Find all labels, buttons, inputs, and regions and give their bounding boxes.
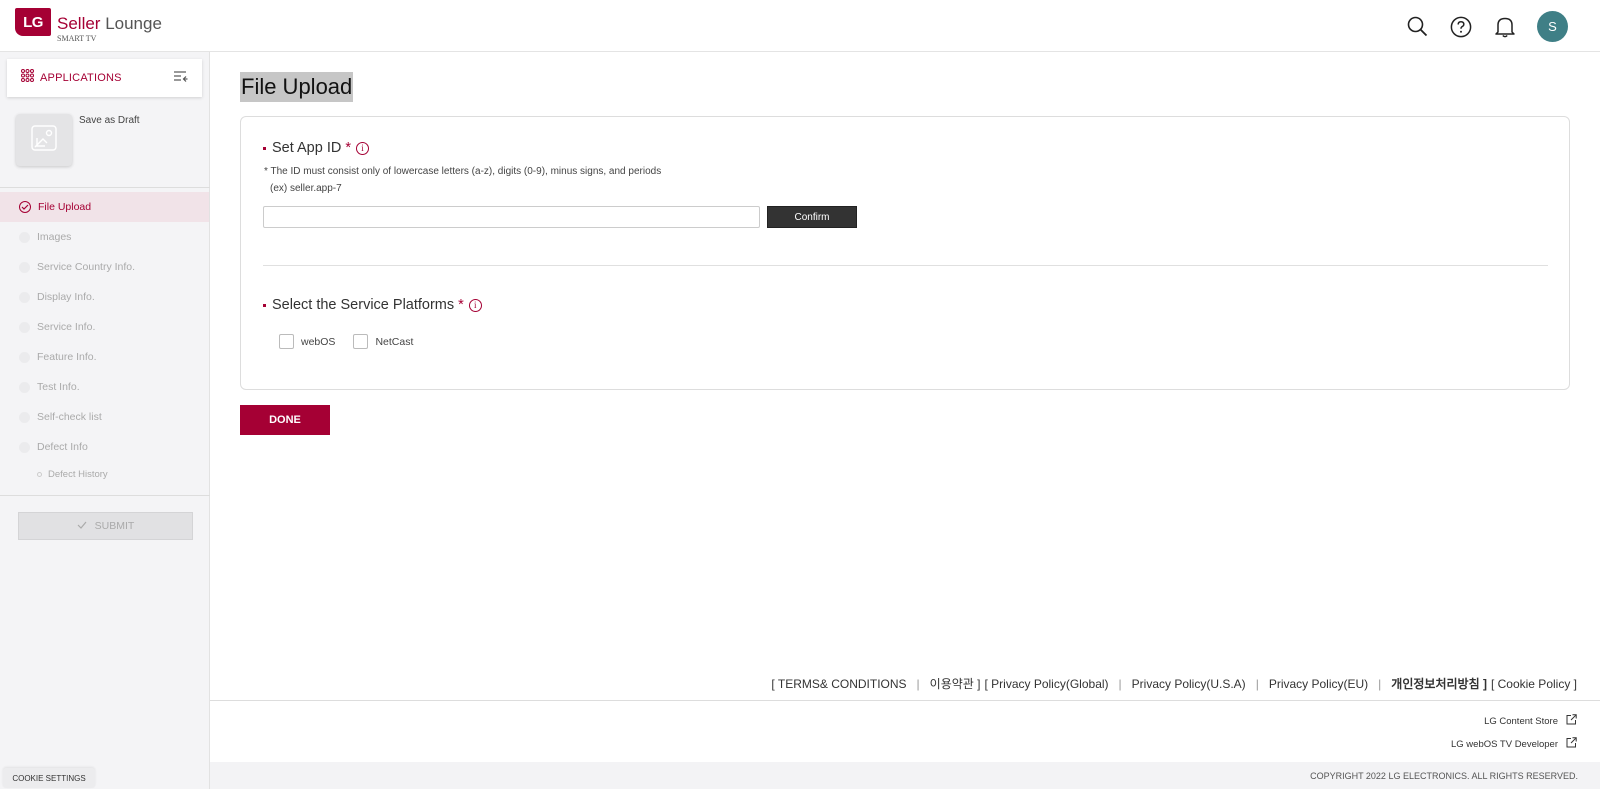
step-label: Service Country Info. bbox=[37, 261, 136, 273]
notification-bell-icon[interactable] bbox=[1493, 15, 1517, 39]
step-dot-icon bbox=[19, 351, 30, 363]
separator: | bbox=[916, 676, 920, 691]
app-id-section-title: Set App ID * i bbox=[263, 140, 369, 156]
step-dot-icon bbox=[19, 381, 30, 393]
search-icon[interactable] bbox=[1405, 15, 1429, 39]
substep-dot-icon bbox=[37, 471, 42, 477]
step-dot-icon bbox=[19, 411, 30, 423]
step-dot-icon bbox=[19, 261, 30, 273]
terms-kr-link[interactable]: 이용약관 ] bbox=[930, 675, 981, 692]
step-service-info[interactable]: Service Info. bbox=[0, 312, 209, 342]
webos-developer-link[interactable]: LG webOS TV Developer bbox=[1451, 737, 1577, 751]
image-placeholder-icon bbox=[29, 123, 59, 158]
submit-button[interactable]: SUBMIT bbox=[18, 512, 193, 540]
brand-subtitle: SMART TV bbox=[57, 34, 97, 43]
file-upload-form: Set App ID * i * The ID must consist onl… bbox=[240, 116, 1570, 390]
cookie-policy-link[interactable]: [ Cookie Policy ] bbox=[1491, 677, 1577, 691]
app-id-hint: * The ID must consist only of lowercase … bbox=[264, 166, 662, 177]
check-icon bbox=[77, 520, 87, 532]
link-label: LG webOS TV Developer bbox=[1450, 738, 1558, 750]
step-dot-icon bbox=[19, 231, 30, 243]
info-icon[interactable]: i bbox=[468, 298, 482, 312]
step-dot-icon bbox=[19, 291, 30, 303]
section-bullet bbox=[263, 303, 266, 307]
webos-checkbox[interactable] bbox=[279, 334, 294, 349]
done-button[interactable]: DONE bbox=[240, 405, 330, 435]
step-images[interactable]: Images bbox=[0, 222, 209, 252]
step-defect-info[interactable]: Defect Info bbox=[0, 432, 209, 462]
copyright-bar: COPYRIGHT 2022 LG ELECTRONICS. ALL RIGHT… bbox=[210, 762, 1600, 789]
step-feature-info[interactable]: Feature Info. bbox=[0, 342, 209, 372]
section-divider bbox=[263, 265, 1548, 266]
privacy-eu-link[interactable]: Privacy Policy(EU) bbox=[1269, 677, 1368, 691]
content-store-link[interactable]: LG Content Store bbox=[1484, 714, 1577, 728]
substep-defect-history[interactable]: Defect History bbox=[0, 462, 209, 486]
save-as-draft-label[interactable]: Save as Draft bbox=[79, 115, 140, 126]
step-label: Feature Info. bbox=[37, 351, 97, 363]
separator: | bbox=[1118, 676, 1122, 691]
seller-lounge-logo[interactable]: LG Seller Lounge SMART TV bbox=[15, 8, 162, 43]
check-circle-icon bbox=[19, 201, 31, 213]
help-icon[interactable] bbox=[1449, 15, 1473, 39]
applications-label: APPLICATIONS bbox=[40, 72, 122, 84]
external-link-icon bbox=[1566, 737, 1577, 751]
step-label: Defect Info bbox=[37, 441, 88, 453]
confirm-button[interactable]: Confirm bbox=[767, 206, 857, 228]
step-label: File Upload bbox=[38, 201, 92, 213]
page-title: File Upload bbox=[240, 72, 354, 102]
option-label: NetCast bbox=[375, 335, 414, 348]
collapse-menu-icon[interactable] bbox=[173, 70, 188, 89]
apps-grid-icon bbox=[21, 69, 34, 87]
copyright-text: COPYRIGHT 2022 LG ELECTRONICS. ALL RIGHT… bbox=[1310, 770, 1578, 781]
substep-label: Defect History bbox=[48, 468, 108, 480]
separator: | bbox=[1378, 676, 1382, 691]
platforms-section-title: Select the Service Platforms * i bbox=[263, 297, 482, 313]
option-label: webOS bbox=[301, 335, 336, 348]
step-label: Images bbox=[37, 231, 72, 243]
privacy-kr-link[interactable]: 개인정보처리방침 ] bbox=[1391, 675, 1487, 692]
platform-option-webos[interactable]: webOS bbox=[279, 334, 335, 349]
app-id-example: (ex) seller.app-7 bbox=[270, 183, 342, 194]
link-label: LG Content Store bbox=[1484, 715, 1558, 727]
footer-divider bbox=[210, 700, 1600, 701]
step-dot-icon bbox=[19, 321, 30, 333]
step-label: Service Info. bbox=[37, 321, 96, 333]
step-list: File Upload Images Service Country Info.… bbox=[0, 192, 209, 486]
step-dot-icon bbox=[19, 441, 30, 453]
privacy-global-link[interactable]: [ Privacy Policy(Global) bbox=[985, 677, 1109, 691]
cookie-settings-button[interactable]: COOKIE SETTINGS bbox=[3, 768, 95, 788]
brand-title: Seller Lounge bbox=[57, 14, 162, 33]
info-icon[interactable]: i bbox=[355, 141, 369, 155]
footer-links: [ TERMS& CONDITIONS | 이용약관 ] [ Privacy P… bbox=[771, 675, 1577, 692]
platform-option-netcast[interactable]: NetCast bbox=[353, 334, 413, 349]
platform-options: webOS NetCast bbox=[279, 334, 413, 349]
step-service-country-info[interactable]: Service Country Info. bbox=[0, 252, 209, 282]
app-thumbnail-placeholder[interactable] bbox=[16, 114, 72, 166]
step-file-upload[interactable]: File Upload bbox=[0, 192, 209, 222]
separator: | bbox=[1255, 676, 1259, 691]
step-label: Self-check list bbox=[37, 411, 102, 423]
terms-link[interactable]: [ TERMS& CONDITIONS bbox=[771, 677, 906, 691]
step-label: Display Info. bbox=[37, 291, 95, 303]
step-display-info[interactable]: Display Info. bbox=[0, 282, 209, 312]
privacy-usa-link[interactable]: Privacy Policy(U.S.A) bbox=[1132, 677, 1246, 691]
section-bullet bbox=[263, 146, 266, 150]
sidebar: APPLICATIONS Save as Draft File Upload I… bbox=[0, 52, 210, 789]
lg-logo-mark: LG bbox=[15, 8, 51, 36]
netcast-checkbox[interactable] bbox=[353, 334, 369, 349]
step-test-info[interactable]: Test Info. bbox=[0, 372, 209, 402]
required-mark: * bbox=[458, 297, 464, 313]
sidebar-divider bbox=[0, 495, 210, 496]
external-link-icon bbox=[1566, 714, 1577, 728]
applications-menu[interactable]: APPLICATIONS bbox=[7, 59, 202, 97]
submit-label: SUBMIT bbox=[94, 520, 135, 532]
app-id-input[interactable] bbox=[263, 206, 760, 228]
sidebar-divider bbox=[0, 187, 210, 188]
required-mark: * bbox=[345, 140, 351, 156]
top-header: LG Seller Lounge SMART TV S bbox=[0, 0, 1600, 52]
user-avatar[interactable]: S bbox=[1537, 11, 1568, 42]
step-self-check-list[interactable]: Self-check list bbox=[0, 402, 209, 432]
step-label: Test Info. bbox=[37, 381, 80, 393]
